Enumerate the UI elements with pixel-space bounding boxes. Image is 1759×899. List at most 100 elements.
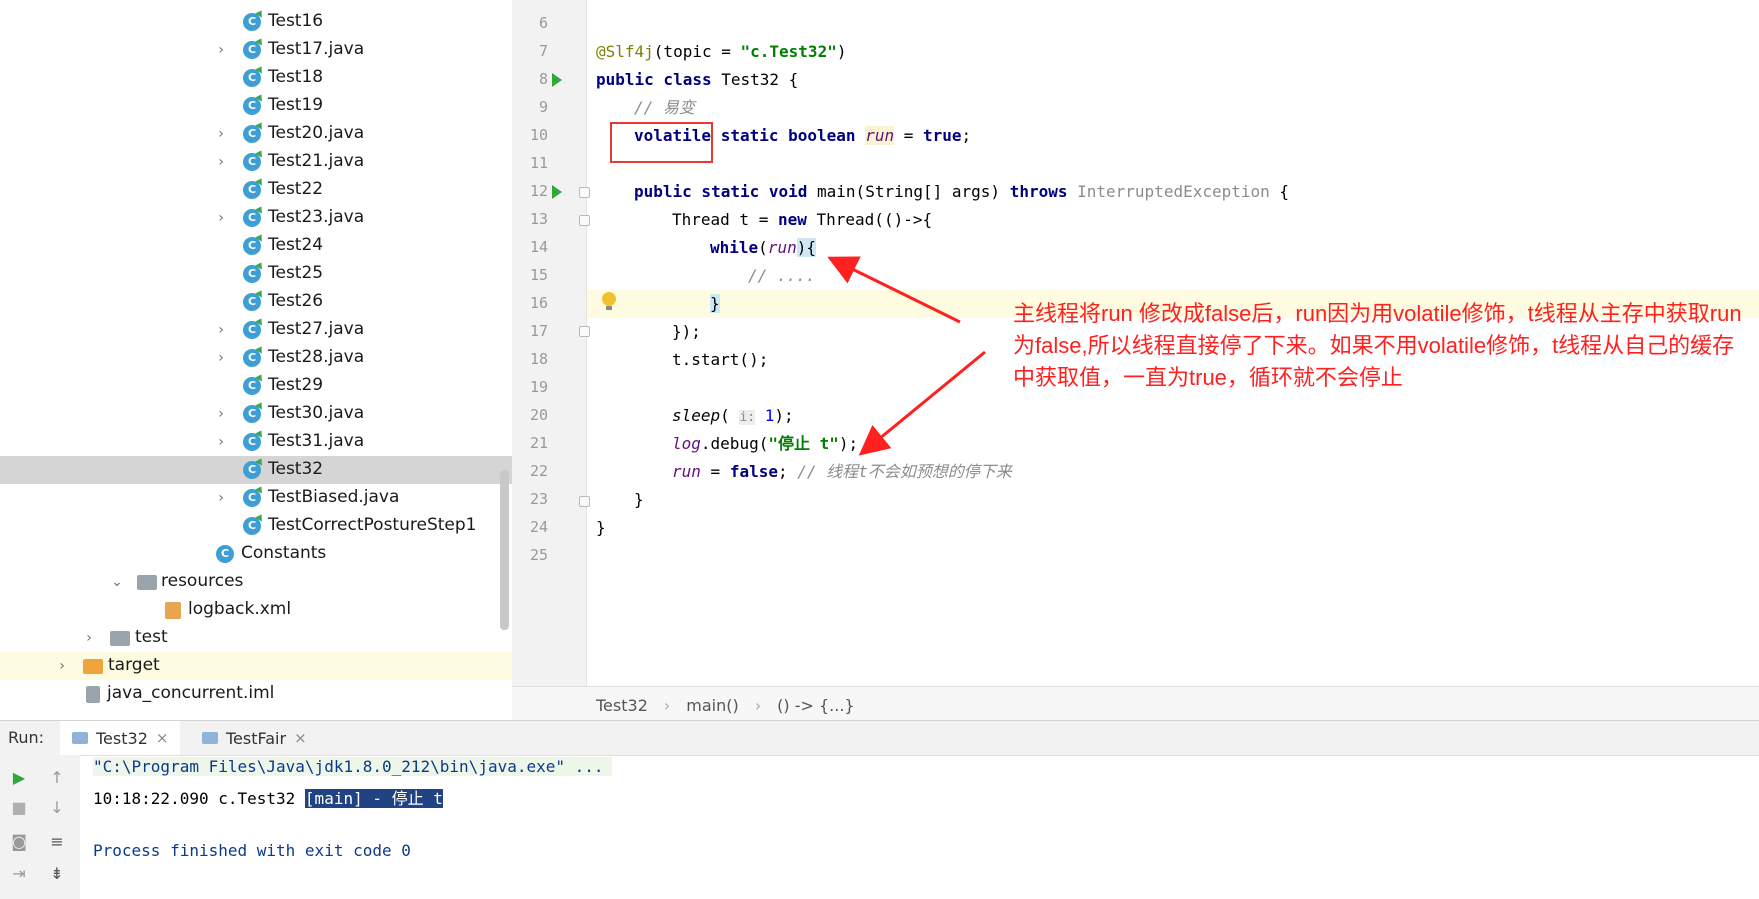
chevron-right-icon[interactable]: ›	[214, 127, 228, 141]
run-header: Run: Test32 × TestFair ×	[0, 721, 1759, 756]
tree-item[interactable]: › C Test17.java	[0, 36, 512, 64]
tree-item[interactable]: C Test24	[0, 232, 512, 260]
breadcrumb-item-lambda[interactable]: () -> {...}	[777, 696, 854, 715]
chevron-down-icon[interactable]: ⌄	[110, 575, 124, 589]
close-icon[interactable]: ×	[294, 729, 307, 747]
runnable-badge-icon	[255, 232, 265, 242]
play-icon[interactable]: ▶	[8, 767, 30, 789]
keyword-token: true	[923, 126, 962, 145]
tree-item[interactable]: › C Test30.java	[0, 400, 512, 428]
class-icon: C	[243, 344, 265, 367]
tree-scrollbar[interactable]	[500, 470, 509, 630]
class-icon: C	[243, 8, 265, 31]
chevron-right-icon[interactable]: ›	[214, 211, 228, 225]
tree-item[interactable]: C Test22	[0, 176, 512, 204]
runnable-badge-icon	[255, 204, 265, 214]
code-token: t.start();	[672, 350, 769, 369]
line-number: 16	[529, 294, 548, 312]
tree-item-target[interactable]: › target	[0, 652, 512, 680]
code-line-8: public class Test32 {	[596, 66, 798, 94]
tree-item[interactable]: › C Test23.java	[0, 204, 512, 232]
chevron-right-icon[interactable]: ›	[214, 43, 228, 57]
run-label: Run:	[8, 728, 45, 747]
tree-item[interactable]: C Test32	[0, 456, 512, 484]
tab-testfair[interactable]: TestFair ×	[190, 721, 319, 755]
camera-icon[interactable]: ◙	[8, 831, 30, 853]
class-icon: C	[243, 512, 265, 535]
tree-item[interactable]: C Test26	[0, 288, 512, 316]
run-gutter-icon[interactable]	[552, 185, 562, 199]
line-number: 6	[538, 14, 548, 32]
code-line-12: public static void main(String[] args) t…	[634, 178, 1289, 206]
tree-item-iml[interactable]: java_concurrent.iml	[0, 680, 512, 708]
fold-icon[interactable]	[579, 496, 590, 507]
class-icon: C	[243, 428, 265, 451]
sort-icon[interactable]: ⇟	[46, 863, 68, 885]
console-log-prefix: 10:18:22.090 c.Test32	[93, 789, 305, 808]
chevron-right-icon[interactable]: ›	[214, 407, 228, 421]
tree-item[interactable]: › C Test28.java	[0, 344, 512, 372]
code-token: {	[1269, 182, 1290, 201]
tree-item[interactable]: C Test16	[0, 8, 512, 36]
line-number: 11	[529, 154, 548, 172]
stop-icon[interactable]: ■	[8, 797, 30, 819]
class-icon: C	[243, 456, 265, 479]
chevron-right-icon[interactable]: ›	[55, 659, 69, 673]
run-gutter-icon[interactable]	[552, 73, 562, 87]
tree-item-test[interactable]: › test	[0, 624, 512, 652]
tree-item[interactable]: C Test25	[0, 260, 512, 288]
tree-item-label: Test32	[268, 459, 324, 479]
tree-item-label: TestCorrectPostureStep1	[268, 515, 477, 535]
code-token: Thread t =	[672, 210, 778, 229]
tree-item[interactable]: › C Test27.java	[0, 316, 512, 344]
line-number: 13	[529, 210, 548, 228]
tree-item-label: Test18	[268, 67, 324, 87]
tree-item[interactable]: › C TestBiased.java	[0, 484, 512, 512]
wrap-icon[interactable]: ≡	[46, 831, 68, 853]
line-number: 10	[529, 126, 548, 144]
chevron-right-icon[interactable]: ›	[214, 435, 228, 449]
close-icon[interactable]: ×	[156, 729, 169, 747]
runnable-badge-icon	[255, 512, 265, 522]
code-token: }	[710, 294, 720, 313]
code-token: Test32 {	[711, 70, 799, 89]
chevron-right-icon[interactable]: ›	[214, 491, 228, 505]
tree-item-logback[interactable]: logback.xml	[0, 596, 512, 624]
runnable-badge-icon	[255, 148, 265, 158]
breadcrumb-item-method[interactable]: main()	[686, 696, 738, 715]
folder-icon	[83, 659, 103, 674]
fold-icon[interactable]	[579, 187, 590, 198]
gutter-separator	[586, 0, 587, 690]
exit-icon[interactable]: ⇥	[8, 863, 30, 885]
volatile-highlight-box	[610, 122, 713, 163]
tree-item-constants[interactable]: C Constants	[0, 540, 512, 568]
comment-token: // 易变	[634, 98, 695, 117]
exception-token: InterruptedException	[1067, 182, 1270, 201]
tree-item[interactable]: › C Test31.java	[0, 428, 512, 456]
tree-item-label: Test20.java	[268, 123, 365, 143]
up-arrow-icon[interactable]: ↑	[46, 767, 68, 789]
tree-item[interactable]: C TestCorrectPostureStep1	[0, 512, 512, 540]
tree-item[interactable]: › C Test21.java	[0, 148, 512, 176]
field-token: run	[767, 238, 797, 257]
line-number: 15	[529, 266, 548, 284]
down-arrow-icon[interactable]: ↓	[46, 797, 68, 819]
chevron-right-icon[interactable]: ›	[214, 351, 228, 365]
fold-icon[interactable]	[579, 326, 590, 337]
fold-icon[interactable]	[579, 215, 590, 226]
tree-item[interactable]: C Test29	[0, 372, 512, 400]
code-line-13: Thread t = new Thread(()->{	[672, 206, 932, 234]
tree-item[interactable]: C Test19	[0, 92, 512, 120]
breadcrumb-item-class[interactable]: Test32	[596, 696, 648, 715]
code-line-24: }	[596, 514, 606, 542]
line-number: 23	[529, 490, 548, 508]
bulb-icon[interactable]	[602, 292, 616, 310]
tree-item-label: Test19	[268, 95, 324, 115]
chevron-right-icon[interactable]: ›	[214, 155, 228, 169]
chevron-right-icon[interactable]: ›	[214, 323, 228, 337]
tree-item[interactable]: C Test18	[0, 64, 512, 92]
chevron-right-icon[interactable]: ›	[82, 631, 96, 645]
tree-item[interactable]: › C Test20.java	[0, 120, 512, 148]
tab-test32[interactable]: Test32 ×	[60, 721, 181, 755]
tree-item-resources[interactable]: ⌄ resources	[0, 568, 512, 596]
